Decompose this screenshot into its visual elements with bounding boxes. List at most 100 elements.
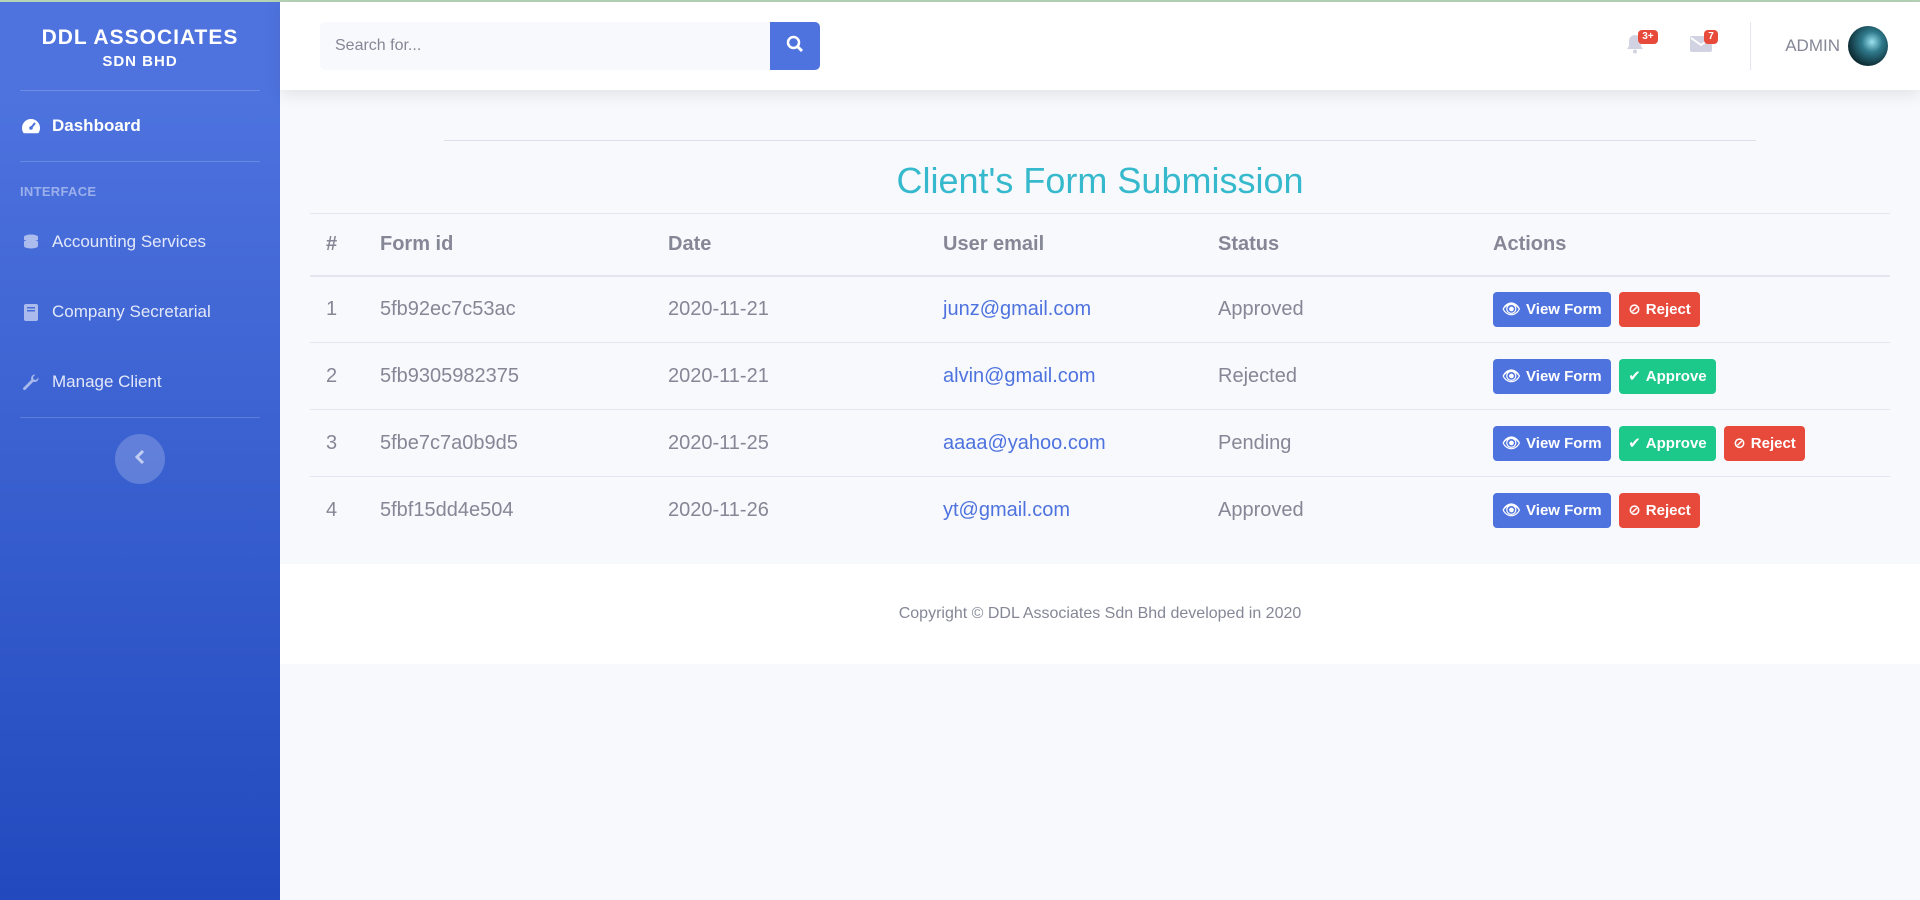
column-header: User email bbox=[927, 213, 1202, 277]
brand-subtitle: SDN BHD bbox=[102, 53, 178, 70]
ban-icon: ⊘ bbox=[1628, 502, 1641, 520]
sidebar-item-manage-client[interactable]: Manage Client bbox=[0, 347, 280, 417]
reject-button[interactable]: ⊘ Reject bbox=[1724, 425, 1805, 461]
table-row: 3 5fbe7c7a0b9d5 2020-11-25 aaaa@yahoo.co… bbox=[310, 409, 1890, 477]
table-row: 1 5fb92ec7c53ac 2020-11-21 junz@gmail.co… bbox=[310, 276, 1890, 343]
view-form-button[interactable]: 👁 View Form bbox=[1493, 492, 1611, 528]
page-title: Client's Form Submission bbox=[896, 160, 1304, 201]
check-icon: ✔ bbox=[1628, 435, 1641, 452]
book-icon bbox=[20, 302, 42, 322]
main-area: Search for... 3+ 7 ADMIN Client's Form S… bbox=[280, 2, 1920, 900]
button-label: View Form bbox=[1526, 367, 1602, 385]
sidebar-item-label: Accounting Services bbox=[52, 232, 207, 251]
eye-icon: 👁 bbox=[1502, 502, 1522, 520]
button-label: Reject bbox=[1750, 434, 1796, 452]
messages-badge: 7 bbox=[1704, 30, 1718, 44]
button-label: View Form bbox=[1526, 300, 1602, 318]
ban-icon: ⊘ bbox=[1733, 435, 1746, 452]
actions-cell: 👁 View Form ✔ Approve bbox=[1477, 342, 1890, 410]
sidebar-brand[interactable]: DDL ASSOCIATES SDN BHD bbox=[0, 2, 280, 90]
eye-icon: 👁 bbox=[1502, 368, 1522, 385]
submissions-table: # Form id Date User email Status Actions… bbox=[310, 213, 1890, 544]
reject-button[interactable]: ⊘ Reject bbox=[1619, 492, 1700, 528]
reject-button[interactable]: ⊘ Reject bbox=[1619, 291, 1700, 327]
row-number: 4 bbox=[310, 476, 364, 544]
search-form: Search for... bbox=[320, 22, 820, 70]
search-button[interactable] bbox=[770, 22, 820, 70]
coins-icon bbox=[20, 232, 42, 252]
copyright-text: Copyright © DDL Associates Sdn Bhd devel… bbox=[898, 605, 1302, 622]
form-id: 5fb9305982375 bbox=[364, 342, 652, 410]
user-email[interactable]: alvin@gmail.com bbox=[927, 342, 1202, 410]
date: 2020-11-25 bbox=[652, 409, 927, 477]
app: DDL ASSOCIATES SDN BHD Dashboard INTERFA… bbox=[0, 0, 1920, 900]
sidebar-item-accounting-services[interactable]: Accounting Services bbox=[0, 207, 280, 277]
search-input[interactable]: Search for... bbox=[320, 22, 770, 70]
form-id: 5fbe7c7a0b9d5 bbox=[364, 409, 652, 477]
approve-button[interactable]: ✔ Approve bbox=[1619, 425, 1716, 461]
topbar-user-area: 3+ 7 ADMIN bbox=[1620, 2, 1888, 90]
sidebar-item-dashboard[interactable]: Dashboard bbox=[0, 91, 280, 161]
approve-button[interactable]: ✔ Approve bbox=[1619, 358, 1716, 394]
topbar: Search for... 3+ 7 ADMIN bbox=[280, 2, 1920, 90]
eye-icon: 👁 bbox=[1502, 301, 1522, 319]
column-header: Form id bbox=[364, 213, 652, 277]
button-label: View Form bbox=[1526, 501, 1602, 519]
date: 2020-11-21 bbox=[668, 297, 769, 320]
view-form-button[interactable]: 👁 View Form bbox=[1493, 425, 1611, 461]
sidebar-heading: INTERFACE bbox=[20, 184, 97, 199]
avatar[interactable] bbox=[1848, 26, 1888, 66]
status: Approved bbox=[1218, 297, 1304, 320]
sidebar-item-label: Dashboard bbox=[52, 116, 141, 135]
user-email[interactable]: aaaa@yahoo.com bbox=[927, 409, 1202, 477]
ban-icon: ⊘ bbox=[1628, 301, 1641, 319]
button-label: Approve bbox=[1645, 367, 1707, 385]
column-header: Status bbox=[1202, 213, 1477, 277]
brand-name: DDL ASSOCIATES bbox=[41, 26, 239, 49]
table-row: 4 5fbf15dd4e504 2020-11-26 yt@gmail.com … bbox=[310, 476, 1890, 544]
page-content: Client's Form Submission # Form id Date … bbox=[280, 90, 1920, 900]
tachometer-icon bbox=[20, 116, 42, 136]
eye-icon: 👁 bbox=[1502, 435, 1522, 452]
button-label: Approve bbox=[1645, 434, 1707, 452]
row-number: 1 bbox=[326, 297, 338, 320]
content-divider bbox=[444, 140, 1756, 141]
sidebar-item-company-secretarial[interactable]: Company Secretarial bbox=[0, 277, 280, 347]
table-header-row: # Form id Date User email Status Actions bbox=[310, 213, 1890, 277]
messages-dropdown[interactable]: 7 bbox=[1686, 30, 1718, 61]
button-label: View Form bbox=[1526, 434, 1602, 452]
check-icon: ✔ bbox=[1628, 368, 1641, 385]
search-icon bbox=[786, 35, 804, 58]
actions-cell: 👁 View Form ⊘ Reject bbox=[1477, 276, 1890, 343]
column-header: Actions bbox=[1477, 213, 1890, 277]
view-form-button[interactable]: 👁 View Form bbox=[1493, 358, 1611, 394]
wrench-icon bbox=[20, 372, 42, 392]
footer: Copyright © DDL Associates Sdn Bhd devel… bbox=[280, 564, 1920, 664]
table-row: 2 5fb9305982375 2020-11-21 alvin@gmail.c… bbox=[310, 342, 1890, 410]
topbar-divider bbox=[1750, 22, 1752, 70]
sidebar-item-label: Manage Client bbox=[52, 372, 162, 391]
row-number: 3 bbox=[310, 409, 364, 477]
chevron-left-icon bbox=[134, 449, 145, 469]
date: 2020-11-26 bbox=[652, 476, 927, 544]
alerts-dropdown[interactable]: 3+ bbox=[1620, 30, 1658, 61]
sidebar-toggle-button[interactable] bbox=[115, 434, 165, 484]
alerts-badge: 3+ bbox=[1638, 30, 1658, 44]
status: Pending bbox=[1202, 409, 1477, 477]
user-email[interactable]: junz@gmail.com bbox=[927, 276, 1202, 343]
sidebar-divider bbox=[20, 417, 260, 418]
form-id: 5fbf15dd4e504 bbox=[364, 476, 652, 544]
user-name[interactable]: ADMIN bbox=[1785, 36, 1840, 56]
form-id: 5fb92ec7c53ac bbox=[380, 297, 516, 320]
sidebar: DDL ASSOCIATES SDN BHD Dashboard INTERFA… bbox=[0, 2, 280, 900]
user-email[interactable]: yt@gmail.com bbox=[927, 476, 1202, 544]
column-header: # bbox=[310, 213, 364, 277]
view-form-button[interactable]: 👁 View Form bbox=[1493, 291, 1611, 327]
button-label: Reject bbox=[1645, 300, 1691, 318]
date: 2020-11-21 bbox=[652, 342, 927, 410]
actions-cell: 👁 View Form ✔ Approve ⊘ Reject bbox=[1477, 409, 1890, 477]
status: Approved bbox=[1202, 476, 1477, 544]
column-header: Date bbox=[652, 213, 927, 277]
button-label: Reject bbox=[1645, 501, 1691, 519]
status: Rejected bbox=[1202, 342, 1477, 410]
